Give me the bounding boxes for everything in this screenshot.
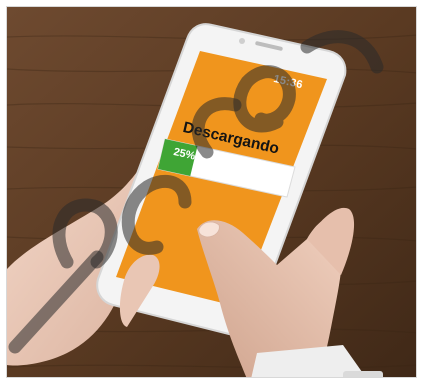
phone-camera: [239, 38, 245, 44]
photo-frame: 15:36 Descargando 25%: [6, 6, 417, 378]
watch: [343, 371, 383, 377]
photo-scene: [7, 7, 416, 377]
